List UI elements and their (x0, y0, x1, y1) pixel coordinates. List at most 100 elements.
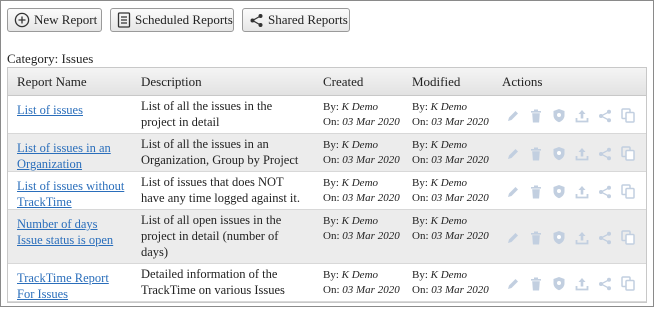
modified-by: K Demo (430, 215, 468, 227)
row-actions (504, 229, 636, 246)
table-row: List of issues in an Organization List of … (8, 134, 646, 172)
copy-icon[interactable] (619, 145, 636, 162)
header-created: Created (323, 74, 364, 89)
by-label: By: (323, 101, 339, 113)
new-report-button[interactable]: New Report (7, 8, 102, 32)
export-icon[interactable] (573, 275, 590, 292)
share-icon[interactable] (596, 229, 613, 246)
description-line: List of issues that does NOT (141, 175, 284, 189)
table-row: List of issues List of all the issues in … (8, 96, 646, 134)
report-name-line: TrackTime (17, 195, 72, 209)
export-icon[interactable] (573, 145, 590, 162)
edit-icon[interactable] (504, 229, 521, 246)
description-line: List of all the issues in the (141, 99, 273, 113)
edit-icon[interactable] (504, 145, 521, 162)
modified-on: 03 Mar 2020 (431, 230, 489, 242)
permissions-shield-icon[interactable] (550, 145, 567, 162)
created-on: 03 Mar 2020 (342, 192, 400, 204)
report-name-link[interactable]: List of issues without TrackTime (17, 179, 124, 209)
created-by: K Demo (341, 215, 379, 227)
by-label: By: (323, 177, 339, 189)
report-name-line: List of issues without (17, 179, 125, 193)
by-label: By: (412, 215, 428, 227)
on-label: On: (323, 154, 340, 166)
share-icon[interactable] (596, 107, 613, 124)
new-report-label: New Report (34, 12, 98, 27)
permissions-shield-icon[interactable] (550, 183, 567, 200)
share-icon[interactable] (596, 275, 613, 292)
report-name-link[interactable]: List of issues in an Organization (17, 141, 111, 171)
copy-icon[interactable] (619, 275, 636, 292)
delete-icon[interactable] (527, 107, 544, 124)
description-line: project in detail (number of (141, 229, 279, 243)
table-header: Report Name Description Created Modified… (8, 68, 646, 96)
scheduled-reports-button[interactable]: Scheduled Reports (110, 8, 234, 32)
report-description: Detailed information of the TrackTime on … (141, 266, 316, 298)
permissions-shield-icon[interactable] (550, 275, 567, 292)
export-icon[interactable] (573, 107, 590, 124)
on-label: On: (412, 116, 429, 128)
copy-icon[interactable] (619, 229, 636, 246)
report-name-line: List of issues in an (17, 141, 111, 155)
share-icon[interactable] (596, 145, 613, 162)
report-name-link[interactable]: TrackTime Report For Issues (17, 271, 109, 301)
created-by: K Demo (341, 139, 379, 151)
description-line: have any time logged against it. (141, 191, 300, 205)
shared-reports-button[interactable]: Shared Reports (242, 8, 350, 32)
on-label: On: (412, 284, 429, 296)
permissions-shield-icon[interactable] (550, 229, 567, 246)
report-name-line: Issue status is open (17, 233, 114, 247)
modified-on: 03 Mar 2020 (431, 284, 489, 296)
document-icon (117, 12, 131, 28)
report-name-line: Number of days (17, 217, 98, 231)
delete-icon[interactable] (527, 229, 544, 246)
share-icon[interactable] (596, 183, 613, 200)
scheduled-reports-label: Scheduled Reports (135, 12, 233, 27)
created-by: K Demo (341, 101, 379, 113)
on-label: On: (323, 116, 340, 128)
export-icon[interactable] (573, 229, 590, 246)
report-name-cell: List of issues (17, 102, 135, 118)
modified-on: 03 Mar 2020 (431, 192, 489, 204)
table-row: Number of days Issue status is open List o… (8, 210, 646, 264)
edit-icon[interactable] (504, 275, 521, 292)
export-icon[interactable] (573, 183, 590, 200)
by-label: By: (323, 215, 339, 227)
by-label: By: (412, 139, 428, 151)
on-label: On: (412, 230, 429, 242)
on-label: On: (412, 192, 429, 204)
edit-icon[interactable] (504, 107, 521, 124)
created-on: 03 Mar 2020 (342, 154, 400, 166)
by-label: By: (323, 269, 339, 281)
copy-icon[interactable] (619, 183, 636, 200)
delete-icon[interactable] (527, 183, 544, 200)
modified-meta: By: K Demo On: 03 Mar 2020 (412, 138, 489, 168)
modified-meta: By: K Demo On: 03 Mar 2020 (412, 100, 489, 130)
delete-icon[interactable] (527, 145, 544, 162)
category-label: Category: Issues (7, 51, 94, 66)
report-name-link[interactable]: Number of days Issue status is open (17, 217, 113, 247)
description-line: days) (141, 245, 169, 259)
modified-by: K Demo (430, 101, 468, 113)
delete-icon[interactable] (527, 275, 544, 292)
modified-by: K Demo (430, 269, 468, 281)
report-name-line: Organization (17, 157, 83, 171)
row-actions (504, 145, 636, 162)
created-meta: By: K Demo On: 03 Mar 2020 (323, 176, 400, 206)
created-meta: By: K Demo On: 03 Mar 2020 (323, 100, 400, 130)
modified-meta: By: K Demo On: 03 Mar 2020 (412, 214, 489, 244)
created-on: 03 Mar 2020 (342, 116, 400, 128)
permissions-shield-icon[interactable] (550, 107, 567, 124)
reports-table: Report Name Description Created Modified… (7, 67, 647, 303)
by-label: By: (412, 101, 428, 113)
on-label: On: (412, 154, 429, 166)
by-label: By: (412, 269, 428, 281)
table-row: TrackTime Report For Issues Detailed infor… (8, 264, 646, 302)
description-line: List of all open issues in the (141, 213, 282, 227)
on-label: On: (323, 284, 340, 296)
edit-icon[interactable] (504, 183, 521, 200)
created-meta: By: K Demo On: 03 Mar 2020 (323, 138, 400, 168)
report-name-link[interactable]: List of issues (17, 103, 83, 117)
copy-icon[interactable] (619, 107, 636, 124)
report-name-line: For Issues (17, 287, 69, 301)
